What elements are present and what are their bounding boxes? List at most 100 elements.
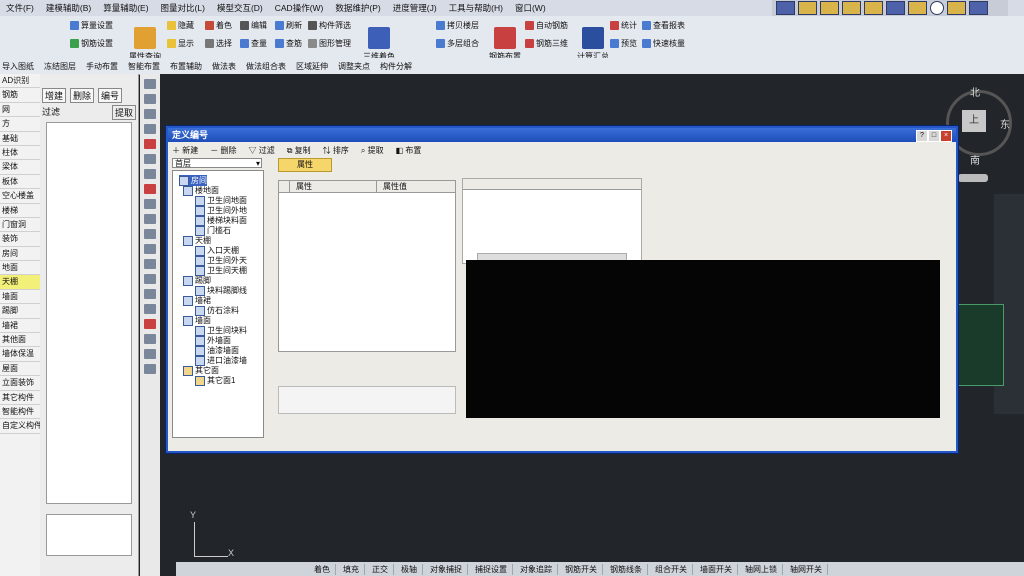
menu-calc[interactable]: 算量辅助(E): [97, 2, 154, 14]
toolbar-icon[interactable]: [820, 1, 839, 15]
toolbar-icon[interactable]: [908, 1, 927, 15]
manual-layout-button[interactable]: 手动布置: [86, 61, 118, 72]
rebar-3d-button[interactable]: 钢筋三维: [525, 38, 568, 49]
toolbar-icon[interactable]: [947, 1, 966, 15]
toggle-rebar-lines[interactable]: 钢筋线条: [605, 563, 648, 575]
statistics-button[interactable]: 统计: [610, 20, 637, 31]
tool-icon[interactable]: [144, 139, 156, 149]
freeze-layer-button[interactable]: 冻结图层: [44, 61, 76, 72]
view-menu[interactable]: [958, 174, 988, 182]
tool-icon[interactable]: [144, 334, 156, 344]
component-tree[interactable]: 房间 楼地面 卫生间地面 卫生间外地 楼梯块料面 门槛石 天棚 入口天棚 卫生间…: [172, 170, 264, 438]
add-button[interactable]: 增建: [42, 88, 67, 103]
menu-data[interactable]: 数据维护(P): [329, 2, 386, 14]
layout-assist-button[interactable]: 布置辅助: [170, 61, 202, 72]
tool-icon[interactable]: [144, 199, 156, 209]
select-button[interactable]: 选择: [205, 38, 232, 49]
preview-button[interactable]: 预览: [610, 38, 637, 49]
filter-component-button[interactable]: 构件筛选: [308, 20, 351, 31]
toolbar-icon[interactable]: [842, 1, 861, 15]
extract-button[interactable]: 提取: [111, 105, 136, 120]
multi-floor-button[interactable]: 多层组合: [436, 38, 479, 49]
toggle-shading[interactable]: 着色: [309, 563, 336, 575]
refresh-button[interactable]: 刷新: [275, 20, 302, 31]
close-icon[interactable]: ×: [940, 130, 952, 142]
toggle-polar[interactable]: 极轴: [396, 563, 423, 575]
menu-compare[interactable]: 图量对比(L): [155, 2, 211, 14]
tool-icon[interactable]: [144, 169, 156, 179]
tool-icon[interactable]: [144, 109, 156, 119]
property-grid[interactable]: 属性 属性值: [278, 180, 456, 352]
toolbar-icon[interactable]: [886, 1, 905, 15]
menu-window[interactable]: 窗口(W): [509, 2, 552, 14]
tool-icon[interactable]: [144, 94, 156, 104]
number-button[interactable]: 编号: [98, 88, 123, 103]
rebar-layout-button[interactable]: 钢筋布置: [484, 20, 526, 62]
tool-icon[interactable]: [144, 244, 156, 254]
method-table-button[interactable]: 做法表: [212, 61, 236, 72]
tool-icon[interactable]: [144, 184, 156, 194]
calc-settings-button[interactable]: 算量设置: [70, 20, 113, 31]
tool-icon[interactable]: [144, 364, 156, 374]
toggle-grid[interactable]: 轴网开关: [785, 563, 828, 575]
tool-icon[interactable]: [144, 124, 156, 134]
calc-summary-button[interactable]: 计算汇总: [572, 20, 614, 62]
tool-icon[interactable]: [144, 214, 156, 224]
tool-icon[interactable]: [144, 229, 156, 239]
toggle-group[interactable]: 组合开关: [650, 563, 693, 575]
toolbar-icon[interactable]: [776, 1, 795, 15]
delete-button[interactable]: － 删除: [210, 145, 236, 156]
help-icon[interactable]: [930, 1, 944, 15]
menu-tools-help[interactable]: 工具与帮助(H): [443, 2, 509, 14]
copy-button[interactable]: ⧉ 复制: [287, 145, 311, 156]
tool-icon[interactable]: [144, 349, 156, 359]
floor-select[interactable]: 首层 ▾: [172, 158, 262, 168]
view-report-button[interactable]: 查看报表: [642, 20, 685, 31]
quick-check-button[interactable]: 快速核量: [642, 38, 685, 49]
tab-properties[interactable]: 属性: [278, 158, 332, 172]
menu-cad[interactable]: CAD操作(W): [269, 2, 330, 14]
tool-icon[interactable]: [144, 319, 156, 329]
query-qty-button[interactable]: 查量: [240, 38, 267, 49]
tool-icon[interactable]: [144, 304, 156, 314]
menu-model-interact[interactable]: 模型交互(D): [211, 2, 269, 14]
tree-node[interactable]: 其它面1: [195, 375, 235, 386]
layout-button[interactable]: ◧ 布置: [396, 145, 422, 156]
component-list[interactable]: [46, 122, 132, 504]
toggle-fill[interactable]: 填充: [338, 563, 365, 575]
query-rebar-button[interactable]: 查筋: [275, 38, 302, 49]
toggle-wall[interactable]: 墙面开关: [695, 563, 738, 575]
toggle-grid-lock[interactable]: 轴网上锁: [740, 563, 783, 575]
hide-button[interactable]: 隐藏: [167, 20, 194, 31]
component-decompose-button[interactable]: 构件分解: [380, 61, 412, 72]
method-combo-table-button[interactable]: 做法组合表: [246, 61, 286, 72]
toggle-otrack[interactable]: 对象追踪: [515, 563, 558, 575]
edit-button[interactable]: 编辑: [240, 20, 267, 31]
toggle-osnap[interactable]: 对象捕捉: [425, 563, 468, 575]
copy-floor-button[interactable]: 拷贝楼层: [436, 20, 479, 31]
menu-modeling[interactable]: 建模辅助(B): [40, 2, 97, 14]
auto-rebar-button[interactable]: 自动钢筋: [525, 20, 568, 31]
help-icon[interactable]: ?: [916, 130, 928, 142]
smart-layout-button[interactable]: 智能布置: [128, 61, 160, 72]
attr-query-button[interactable]: 属性查询: [124, 20, 166, 62]
extract-button[interactable]: ⌕ 提取: [361, 145, 384, 156]
sort-button[interactable]: ⇅ 排序: [323, 145, 349, 156]
toggle-ortho[interactable]: 正交: [367, 563, 394, 575]
tool-icon[interactable]: [144, 154, 156, 164]
toggle-rebar[interactable]: 钢筋开关: [560, 563, 603, 575]
tool-icon[interactable]: [144, 79, 156, 89]
toolbar-icon[interactable]: [798, 1, 817, 15]
rebar-settings-button[interactable]: 钢筋设置: [70, 38, 113, 49]
delete-button[interactable]: 删除: [70, 88, 95, 103]
adjust-grip-button[interactable]: 调整夹点: [338, 61, 370, 72]
tool-icon[interactable]: [144, 274, 156, 284]
show-button[interactable]: 显示: [167, 38, 194, 49]
toolbar-icon[interactable]: [864, 1, 883, 15]
filter-button[interactable]: ▽ 过滤: [248, 145, 274, 156]
3d-preview-area[interactable]: [466, 260, 940, 418]
menu-progress[interactable]: 进度管理(J): [387, 2, 443, 14]
new-button[interactable]: ＋ 新建: [172, 145, 198, 156]
top-face[interactable]: 上: [962, 110, 986, 132]
maximize-icon[interactable]: □: [928, 130, 940, 142]
